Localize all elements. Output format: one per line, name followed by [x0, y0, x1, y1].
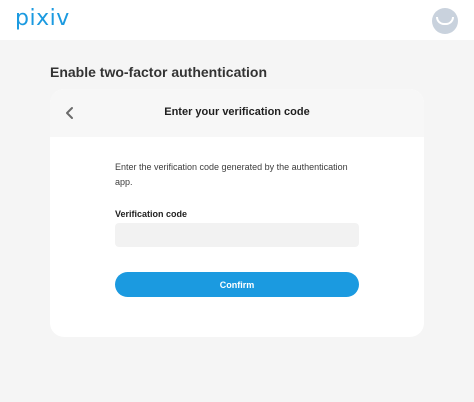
pixiv-logo[interactable]: pixiv	[15, 6, 70, 31]
user-avatar-icon[interactable]	[432, 8, 458, 34]
page-title: Enable two-factor authentication	[50, 64, 268, 80]
verification-code-label: Verification code	[115, 209, 188, 219]
verification-code-input[interactable]	[115, 223, 359, 247]
card-title: Enter your verification code	[164, 106, 310, 118]
verification-card: Enter your verification code Enter the v…	[50, 89, 424, 337]
card-header: Enter your verification code	[50, 89, 424, 137]
confirm-button[interactable]: Confirm	[115, 272, 359, 297]
instruction-text: Enter the verification code generated by…	[115, 162, 348, 187]
top-bar: pixiv	[0, 0, 474, 40]
avatar-face-icon	[436, 17, 454, 25]
